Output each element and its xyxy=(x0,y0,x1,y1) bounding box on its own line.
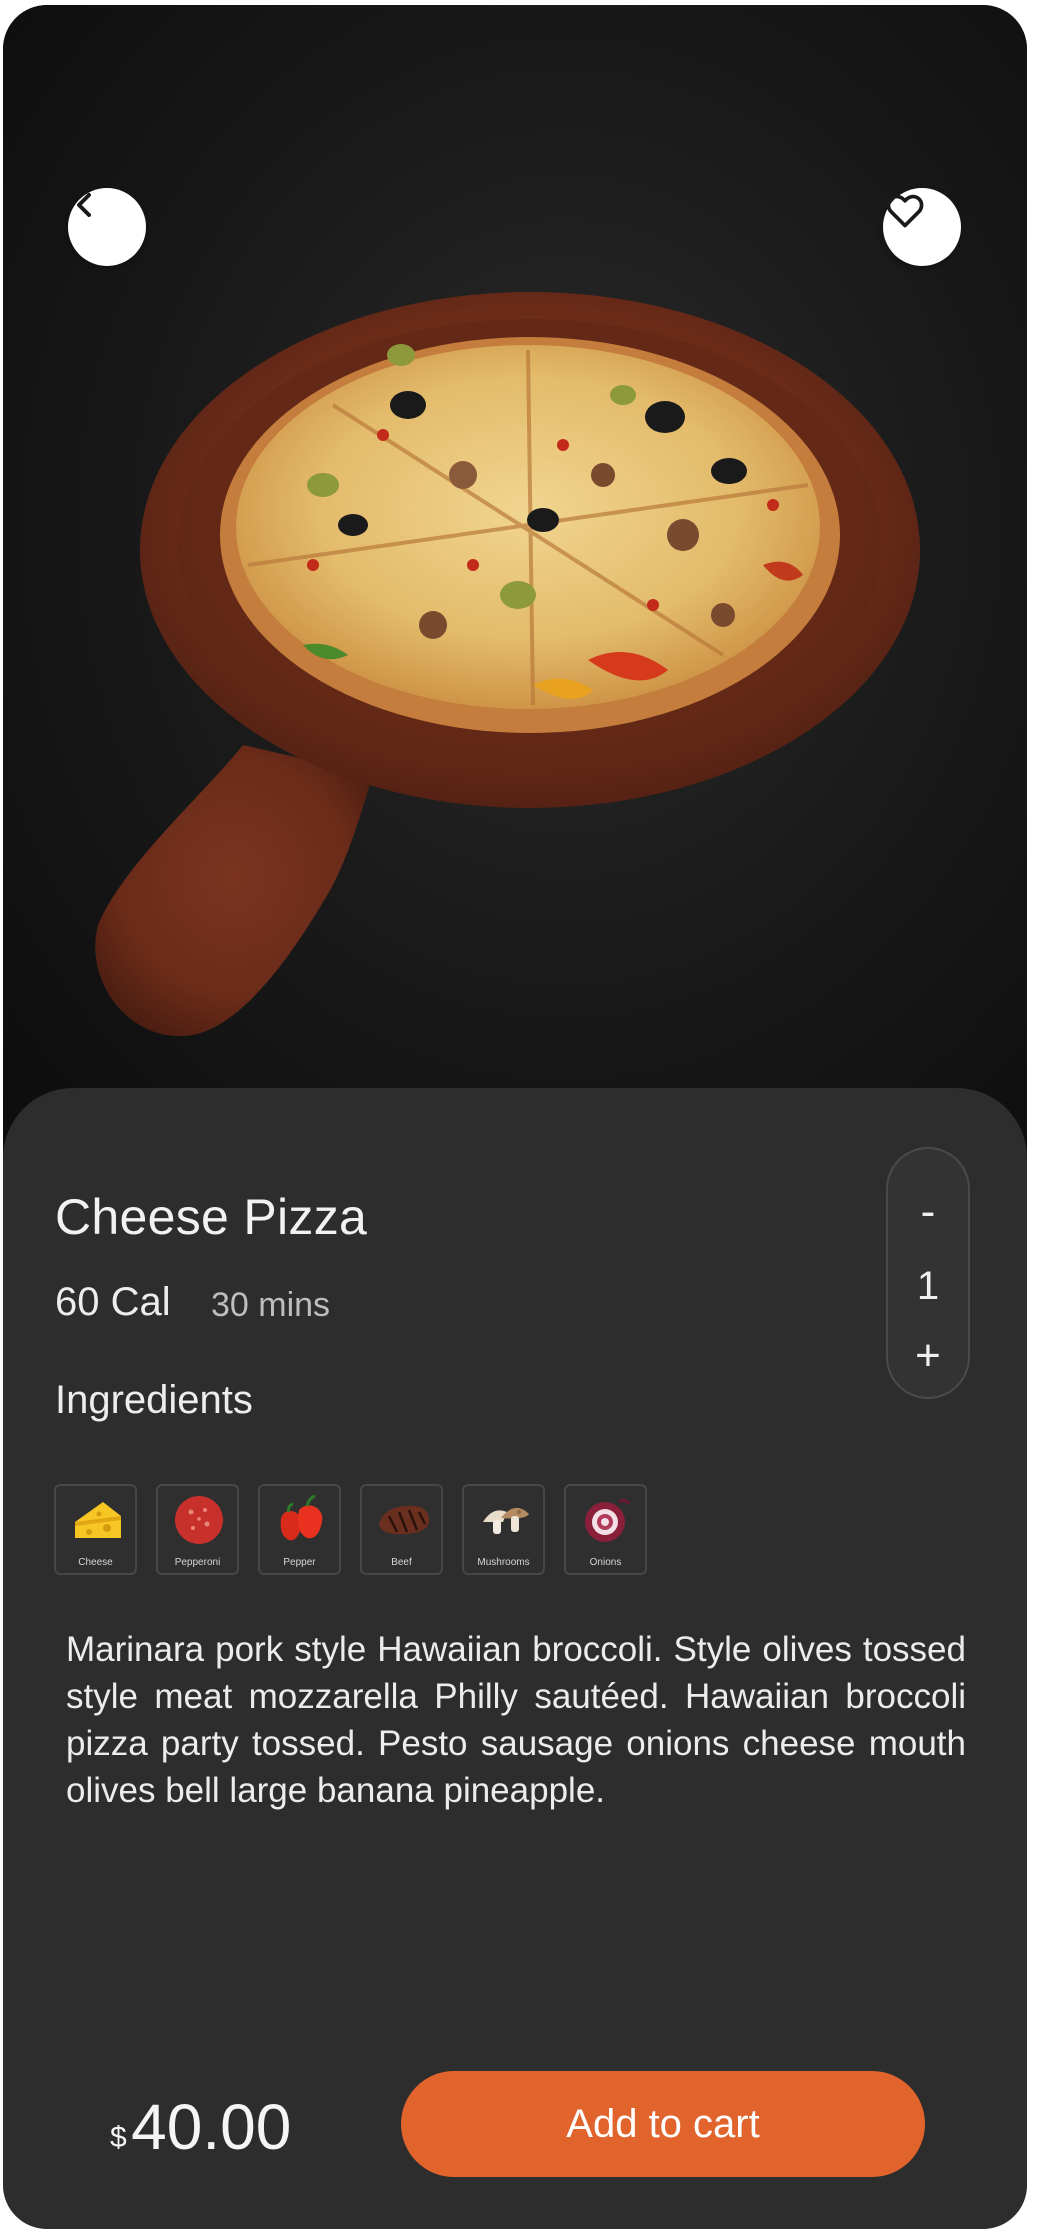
quantity-value: 1 xyxy=(916,1264,940,1308)
product-photo xyxy=(3,5,1027,1165)
ingredients-heading: Ingredients xyxy=(55,1378,253,1422)
cheese-icon xyxy=(75,1502,121,1538)
ingredient-label: Cheese xyxy=(78,1557,113,1568)
quantity-stepper: - 1 + xyxy=(886,1147,970,1399)
heart-icon xyxy=(886,194,924,228)
price-currency: $ xyxy=(110,2121,127,2154)
add-to-cart-button[interactable]: Add to cart xyxy=(401,2071,925,2177)
ingredient-beef[interactable]: Beef xyxy=(360,1484,443,1575)
favorite-button[interactable] xyxy=(883,188,961,266)
ingredient-label: Mushrooms xyxy=(477,1557,530,1568)
ingredient-label: Onions xyxy=(589,1557,622,1568)
calories-label: 60 Cal xyxy=(55,1280,171,1324)
pepperoni-icon xyxy=(175,1496,223,1544)
ingredient-pepper[interactable]: Pepper xyxy=(258,1484,341,1575)
price-display: $ 40.00 xyxy=(110,2090,291,2164)
ingredients-list: Cheese Pepperoni Pepper Beef Mushrooms O… xyxy=(54,1484,647,1575)
mushrooms-icon xyxy=(483,1507,529,1534)
ingredient-label: Pepper xyxy=(283,1557,316,1568)
ingredient-label: Beef xyxy=(391,1557,412,1568)
onions-icon xyxy=(585,1498,631,1542)
ingredient-pepperoni[interactable]: Pepperoni xyxy=(156,1484,239,1575)
decrease-quantity-button[interactable]: - xyxy=(888,1187,968,1237)
ingredient-cheese[interactable]: Cheese xyxy=(54,1484,137,1575)
ingredient-mushrooms[interactable]: Mushrooms xyxy=(462,1484,545,1575)
price-amount: 40.00 xyxy=(131,2091,292,2163)
beef-icon xyxy=(379,1505,430,1535)
ingredient-onions[interactable]: Onions xyxy=(564,1484,647,1575)
product-details-panel: Cheese Pizza 60 Cal 30 mins Ingredients … xyxy=(3,1088,1027,2229)
product-description: Marinara pork style Hawaiian broccoli. S… xyxy=(66,1630,966,1810)
increase-quantity-button[interactable]: + xyxy=(888,1331,968,1381)
chevron-left-icon xyxy=(77,193,91,217)
pizza-image xyxy=(95,292,920,1037)
ingredient-label: Pepperoni xyxy=(174,1557,221,1568)
cooking-time-label: 30 mins xyxy=(211,1286,331,1324)
pepper-icon xyxy=(280,1494,323,1541)
phone-screen: Cheese Pizza 60 Cal 30 mins Ingredients … xyxy=(3,5,1027,2229)
product-title: Cheese Pizza xyxy=(55,1189,368,1245)
back-button[interactable] xyxy=(68,188,146,266)
